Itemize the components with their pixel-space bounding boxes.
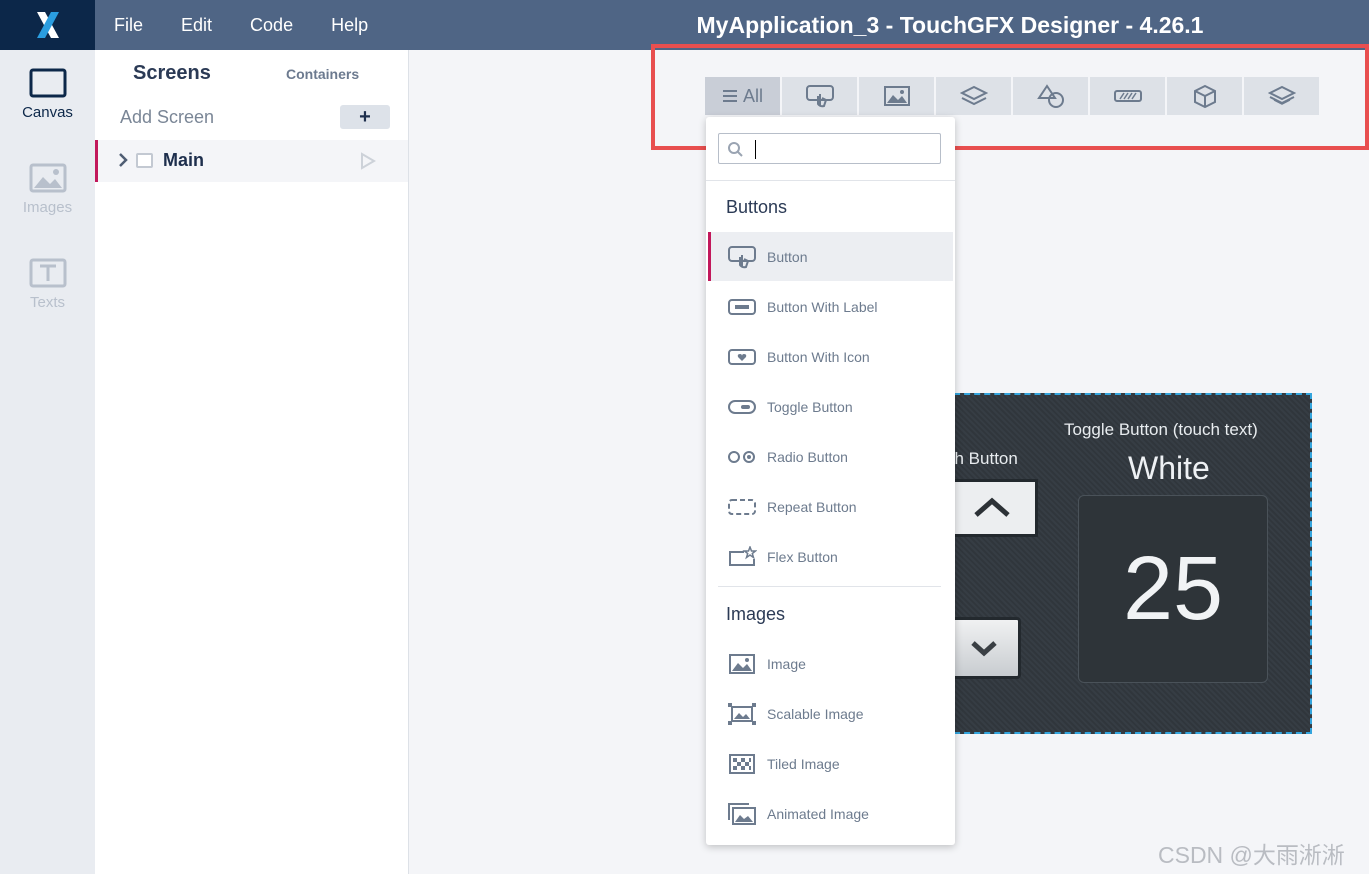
widget-item-label: Tiled Image — [767, 755, 840, 772]
screen-name: Main — [163, 150, 205, 170]
repeat-button-icon — [726, 495, 758, 519]
widget-item-label: Repeat Button — [767, 498, 857, 515]
add-screen-button[interactable]: + — [340, 105, 390, 129]
tab-containers[interactable]: Containers — [286, 66, 359, 82]
widget-item-scalable-image[interactable]: Scalable Image — [708, 689, 953, 738]
image-icon — [29, 163, 66, 193]
widget-item-radio-button[interactable]: Radio Button — [708, 432, 953, 481]
widget-item-repeat-button[interactable]: Repeat Button — [708, 482, 953, 531]
button-icon — [726, 245, 758, 269]
tiled-image-icon — [726, 752, 758, 776]
preview-down-button[interactable] — [946, 617, 1021, 679]
section-images-title: Images — [726, 604, 786, 624]
text-button-icon — [726, 295, 758, 319]
preview-toggle-value: White — [1128, 450, 1210, 486]
rail-item-canvas[interactable]: Canvas — [0, 50, 95, 135]
widget-item-label: Flex Button — [767, 548, 838, 565]
section-buttons-title: Buttons — [726, 197, 788, 217]
radio-icon — [726, 445, 758, 469]
chevron-up-icon — [974, 497, 1010, 517]
x-logo-icon — [36, 12, 59, 38]
widget-item-tiled-image[interactable]: Tiled Image — [708, 739, 953, 788]
rail-label-canvas: Canvas — [22, 104, 73, 121]
touchgfx-logo[interactable] — [0, 0, 95, 50]
screen-thumbnail-icon — [136, 153, 153, 168]
title-bar: File Edit Code Help MyApplication_3 - To… — [0, 0, 1369, 50]
screens-panel: Screens Containers Add Screen + Main — [95, 50, 409, 874]
left-rail: Canvas Images Texts — [0, 50, 95, 874]
menu-edit[interactable]: Edit — [162, 0, 231, 50]
rail-item-texts[interactable]: Texts — [0, 240, 95, 325]
widget-item-button-with-icon[interactable]: Button With Icon — [708, 332, 953, 381]
text-icon — [29, 258, 66, 288]
animated-image-icon — [726, 802, 758, 826]
screen-row-main[interactable]: Main — [95, 140, 408, 182]
widget-item-label: Radio Button — [767, 448, 848, 465]
preview-up-button[interactable] — [946, 479, 1038, 537]
widget-item-toggle-button[interactable]: Toggle Button — [708, 382, 953, 431]
widget-item-label: Image — [767, 655, 806, 672]
canvas-icon — [29, 68, 66, 98]
dropdown-divider — [706, 180, 955, 181]
flex-button-icon — [726, 545, 758, 569]
menu-code[interactable]: Code — [231, 0, 312, 50]
window-title: MyApplication_3 - TouchGFX Designer - 4.… — [696, 12, 1204, 38]
widget-item-label: Button — [767, 248, 808, 265]
watermark-text: CSDN @大雨淅淅 — [1158, 842, 1345, 868]
widget-item-label: Button With Label — [767, 298, 878, 315]
widget-item-image[interactable]: Image — [708, 639, 953, 688]
menu-help[interactable]: Help — [312, 0, 387, 50]
widget-dropdown: Buttons Button Button With Label Button … — [706, 117, 955, 845]
search-icon — [728, 142, 743, 157]
preview-background: Toggle Button (touch text) White ch Butt… — [946, 395, 1310, 732]
toggle-icon — [726, 395, 758, 419]
menu-file[interactable]: File — [95, 0, 162, 50]
image-icon — [726, 652, 758, 676]
rail-label-texts: Texts — [29, 294, 65, 311]
chevron-right-icon[interactable] — [118, 152, 128, 168]
preview-counter: 25 — [1122, 538, 1224, 639]
scalable-image-icon — [726, 702, 758, 726]
canvas-preview[interactable]: Toggle Button (touch text) White ch Butt… — [944, 393, 1312, 734]
widget-search-input[interactable] — [718, 133, 941, 164]
play-icon[interactable] — [360, 152, 376, 170]
preview-toggle-label: Toggle Button (touch text) — [1064, 420, 1258, 439]
main-menu: File Edit Code Help — [95, 0, 387, 50]
rail-label-images: Images — [22, 199, 73, 216]
widget-item-button[interactable]: Button — [708, 232, 953, 281]
text-caret — [755, 140, 756, 159]
preview-touch-label: ch Button — [946, 449, 1018, 468]
rail-item-images[interactable]: Images — [0, 145, 95, 230]
tab-screens[interactable]: Screens — [133, 62, 211, 85]
widget-item-label: Scalable Image — [767, 705, 864, 722]
chevron-down-icon — [970, 641, 997, 657]
add-screen-label: Add Screen — [120, 107, 215, 127]
dropdown-divider — [718, 586, 941, 587]
widget-item-animated-image[interactable]: Animated Image — [708, 789, 953, 838]
widget-item-label: Animated Image — [767, 805, 869, 822]
widget-item-flex-button[interactable]: Flex Button — [708, 532, 953, 581]
preview-counter-box: 25 — [1078, 495, 1268, 683]
heart-button-icon — [726, 345, 758, 369]
widget-item-button-with-label[interactable]: Button With Label — [708, 282, 953, 331]
widget-item-label: Button With Icon — [767, 348, 870, 365]
widget-item-label: Toggle Button — [767, 398, 853, 415]
